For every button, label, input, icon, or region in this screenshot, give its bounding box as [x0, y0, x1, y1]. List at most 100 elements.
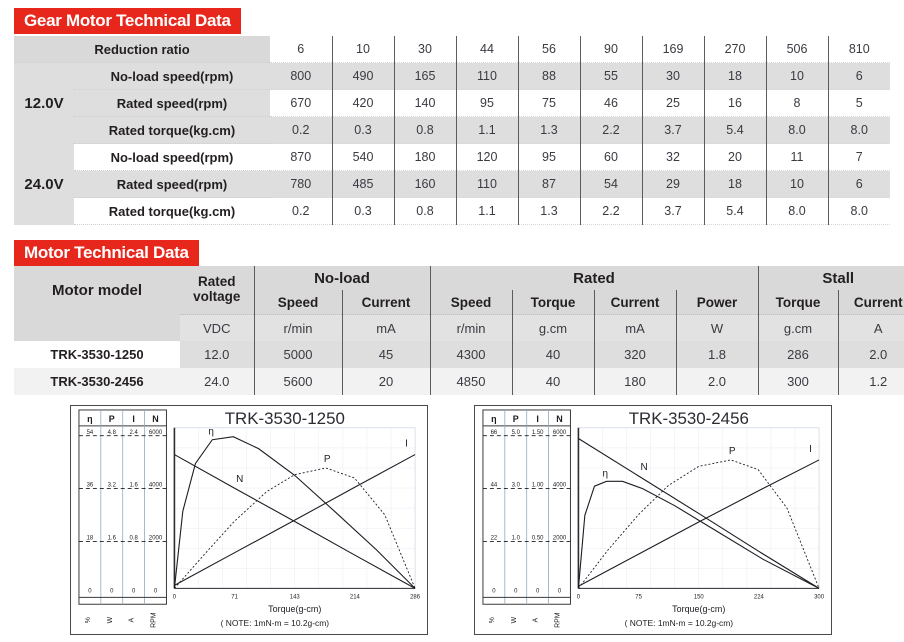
column-header: Torque: [757, 290, 839, 315]
scale-unit: A: [533, 617, 540, 622]
performance-chart-right: TRK-3530-2456 η P I N 0 0 0 0 22 1.0 0.50 2000 44 3.0 1…: [474, 405, 832, 635]
table-row: Rated torque(kg.cm) 0.2 0.3 0.8 1.1 1.3 2.2 3.7…: [14, 116, 890, 144]
unit-cell: mA: [341, 314, 431, 341]
motor-model-header: Motor model: [14, 266, 180, 315]
ratio-value: 6: [270, 36, 332, 63]
table-row-units: VDC r/min mA r/min g.cm mA Wg.cm A: [14, 314, 904, 341]
curve-label: N: [236, 474, 243, 485]
table-row-ratio: Reduction ratio 6 10 30 44 56 90 169 270 506 810: [14, 36, 890, 63]
cell-value: 0.3: [331, 116, 394, 144]
cell-value: 490: [331, 62, 394, 90]
scale-tick: 6000: [149, 430, 163, 436]
chart-title: TRK-3530-1250: [225, 409, 345, 428]
chart-svg: TRK-3530-1250η P I N0 0 0 018 1.6 0.8 200036 3.2 1.…: [71, 406, 427, 634]
cell-value: 110: [455, 62, 518, 90]
gear-motor-table: Reduction ratio 6 10 30 44 56 90 169 270 506 810 12…: [14, 36, 890, 225]
scale-tick: 3.0: [512, 483, 521, 489]
cell-value: 320: [593, 341, 677, 368]
chart-note: ( NOTE: 1mN-m = 10.2g-cm): [625, 618, 734, 628]
cell-value: 286: [757, 341, 839, 368]
ratio-value: 169: [641, 36, 704, 63]
scale-tick: 1.00: [532, 483, 544, 489]
scale-tick: 6000: [553, 430, 567, 436]
cell-value: 24.0: [180, 368, 254, 395]
scale-symbol: N: [556, 414, 562, 424]
column-header: Current: [837, 290, 904, 315]
scale-tick: 4000: [149, 483, 163, 489]
scale-symbol: P: [109, 414, 115, 424]
cell-value: 1.8: [675, 341, 759, 368]
cell-value: 800: [270, 62, 332, 90]
cell-value: 2.0: [675, 368, 759, 395]
row-label: No-load speed(rpm): [74, 62, 270, 90]
scale-tick: 36: [87, 483, 94, 489]
cell-value: 670: [270, 89, 332, 117]
cell-value: 20: [703, 143, 766, 171]
cell-value: 25: [641, 89, 704, 117]
group-header: Rated: [429, 266, 759, 290]
scale-tick: 4000: [553, 483, 567, 489]
cell-value: 88: [517, 62, 580, 90]
table-row: TRK-3530-1250 12.0 5000 45 4300 40 320 1.8 286 2.…: [14, 341, 904, 368]
scale-tick: 0.50: [532, 536, 544, 542]
cell-value: 12.0: [180, 341, 254, 368]
gear-section-banner: Gear Motor Technical Data: [14, 8, 241, 34]
ratio-value: 810: [827, 36, 890, 63]
unit-cell: r/min: [253, 314, 342, 341]
scale-symbol: η: [491, 414, 496, 424]
cell-value: 4850: [429, 368, 513, 395]
cell-value: 0.2: [270, 197, 332, 225]
cell-value: 110: [455, 170, 518, 198]
scale-tick: 5.0: [512, 430, 521, 436]
chart-svg: TRK-3530-2456η P I N0 0 0 022 1.0 0.50 200044 3.0 1…: [475, 406, 831, 634]
unit-cell: r/min: [429, 314, 513, 341]
curve-label: P: [729, 446, 736, 457]
scale-unit: RPM: [151, 612, 158, 628]
group-header: No-load: [253, 266, 431, 290]
table-row: Rated speed(rpm) 780 485 160 110 87 54 29 18 10 6: [14, 170, 890, 198]
chart-note: ( NOTE: 1mN-m = 10.2g-cm): [221, 618, 330, 628]
x-tick: 150: [694, 594, 705, 600]
cell-value: 54: [579, 170, 642, 198]
scale-tick: 66: [491, 430, 498, 436]
cell-value: 3.7: [641, 197, 704, 225]
column-header: Power: [675, 290, 759, 315]
cell-value: 5000: [253, 341, 342, 368]
units-spacer: [14, 314, 180, 341]
cell-value: 780: [270, 170, 332, 198]
cell-value: 165: [393, 62, 456, 90]
x-tick: 300: [814, 594, 825, 600]
cell-value: 40: [511, 368, 595, 395]
gear-banner-label: Gear Motor Technical Data: [14, 8, 241, 34]
column-header: Speed: [253, 290, 342, 315]
scale-tick: 3.2: [108, 483, 116, 489]
cell-value: 45: [341, 341, 431, 368]
curve-label: I: [809, 444, 812, 455]
cell-value: 8.0: [765, 116, 828, 144]
x-tick: 224: [754, 594, 765, 600]
voltage-label: 12.0V: [14, 62, 74, 144]
scale-symbol: η: [87, 414, 92, 424]
cell-value: 60: [579, 143, 642, 171]
scale-tick: 1.6: [108, 536, 117, 542]
ratio-value: 270: [703, 36, 766, 63]
scale-tick: 54: [87, 430, 94, 436]
motor-section-banner: Motor Technical Data: [14, 240, 199, 266]
chart-title: TRK-3530-2456: [629, 409, 749, 428]
row-label: Rated torque(kg.cm): [74, 197, 270, 225]
cell-value: 8.0: [827, 197, 890, 225]
cell-value: 30: [641, 62, 704, 90]
cell-value: 0.8: [393, 197, 456, 225]
scale-unit: W: [511, 616, 518, 623]
table-row: Rated speed(rpm) 670 420 140 95 75 46 25 16 8 5: [14, 89, 890, 117]
cell-value: 120: [455, 143, 518, 171]
scale-tick: 1.50: [532, 430, 544, 436]
scale-tick: 44: [491, 483, 498, 489]
cell-value: 5.4: [703, 197, 766, 225]
scale-unit: A: [129, 617, 136, 622]
ratio-value: 506: [765, 36, 828, 63]
cell-value: 8.0: [827, 116, 890, 144]
cell-value: 11: [765, 143, 828, 171]
cell-value: 485: [331, 170, 394, 198]
scale-symbol: N: [152, 414, 158, 424]
